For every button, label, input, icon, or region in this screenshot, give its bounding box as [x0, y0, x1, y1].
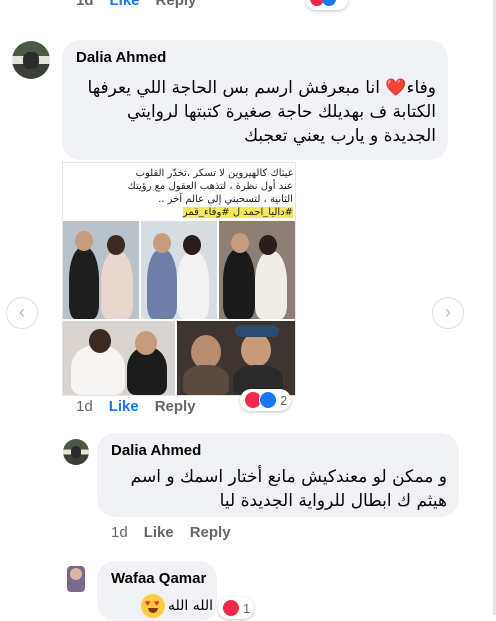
carousel-prev-button[interactable]: ‹ [6, 297, 38, 329]
comment-bubble-2: Dalia Ahmed و ممكن لو معندكيش مانع أختار… [97, 433, 459, 517]
comment-actions-2: 1d Like Reply [111, 524, 231, 541]
heart-reaction-icon [222, 599, 240, 617]
reactions-badge[interactable]: 2 [240, 389, 292, 411]
image-caption-line: غيثاك كالهيروين لا تسكر ،تخدّر القلوب [135, 168, 293, 179]
comment-image-attachment[interactable]: غيثاك كالهيروين لا تسكر ،تخدّر القلوب عن… [62, 162, 296, 396]
like-button[interactable]: Like [144, 524, 174, 541]
reply-button[interactable]: Reply [155, 398, 196, 415]
comment-bubble-3: Wafaa Qamar ♥ ♥ الله الله [97, 561, 217, 621]
photo-couple-casual [141, 221, 217, 319]
comment-time[interactable]: 1d [111, 524, 128, 541]
photo-bride-groom [63, 321, 175, 395]
avatar-dalia-ahmed[interactable] [12, 41, 50, 79]
image-caption-line: عند أول نظرة ، لتذهب العقول مع رؤيتك [127, 181, 293, 192]
previous-comment-time: 1d [76, 0, 94, 9]
like-button[interactable]: Like [109, 398, 139, 415]
image-caption: غيثاك كالهيروين لا تسكر ،تخدّر القلوب عن… [121, 167, 293, 219]
photo-couple-pose [219, 221, 295, 319]
reply-button[interactable]: Reply [190, 524, 231, 541]
carousel-next-button[interactable]: › [432, 297, 464, 329]
image-caption-line: الثانية ، لتسحبني إلى عالم آخر .. [158, 194, 293, 205]
reaction-count: 2 [280, 392, 288, 408]
like-reaction-icon [259, 391, 277, 409]
heart-eyes-emoji-icon: ♥ ♥ [141, 594, 165, 618]
comment-author-name[interactable]: Dalia Ahmed [111, 442, 201, 459]
comment-author-name[interactable]: Dalia Ahmed [76, 49, 166, 66]
image-caption-hashtag: #داليا_احمد ل #وفاء_قمر [182, 207, 293, 218]
comment-time[interactable]: 1d [76, 398, 93, 415]
previous-like-button[interactable]: Like [110, 0, 140, 9]
comment-actions-1: 1d Like Reply [76, 398, 196, 415]
previous-reactions-badge[interactable] [306, 0, 348, 10]
previous-comment-meta: 1d Like Reply [0, 0, 496, 22]
comment-text: و ممكن لو معندكيش مانع أختار اسمك و اسم … [130, 467, 447, 511]
photo-couple-selfie [177, 321, 295, 395]
comment-author-name[interactable]: Wafaa Qamar [111, 570, 206, 587]
like-reaction-icon [322, 0, 336, 6]
reaction-count: 1 [243, 600, 251, 616]
comment-text: الله الله [167, 598, 213, 614]
comment-text: وفاء❤️ انا مبعرفش ارسم بس الحاجة اللي يع… [87, 78, 436, 146]
previous-reply-button[interactable]: Reply [156, 0, 197, 9]
photo-couple-wedding [63, 221, 139, 319]
reactions-badge[interactable]: 1 [218, 597, 255, 619]
avatar-dalia-ahmed[interactable] [63, 439, 89, 465]
avatar-wafaa-qamar[interactable] [67, 566, 85, 592]
previous-comment-actions: 1d Like Reply [76, 0, 196, 9]
comment-bubble-1: Dalia Ahmed وفاء❤️ انا مبعرفش ارسم بس ال… [62, 40, 448, 160]
